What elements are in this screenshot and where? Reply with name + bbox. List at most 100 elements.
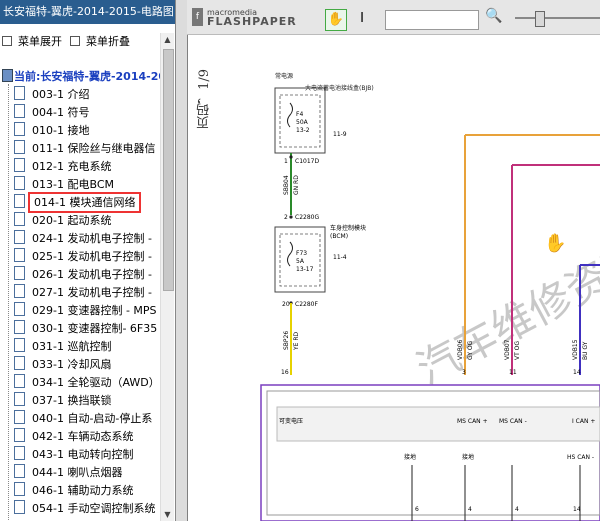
tree-item-label: 046-1 辅助动力系统 <box>32 484 134 497</box>
tree-root[interactable]: 当前:长安福特-翼虎-2014-201 <box>0 68 174 86</box>
tree-item[interactable]: 003-1 介绍 <box>0 86 89 104</box>
tree-item-label: 040-1 自动-启动-停止系 <box>32 412 153 425</box>
tree-item[interactable]: 044-1 喇叭点烟器 <box>0 464 122 482</box>
search-icon[interactable]: 🔍 <box>485 8 502 24</box>
bus-label-bugy: BU GY <box>582 341 589 360</box>
tree-item[interactable]: 037-1 换挡联锁 <box>0 392 111 410</box>
fuse2-name: F73 <box>296 250 307 257</box>
pin-16: 16 <box>281 369 289 376</box>
tree-item-label: 030-1 变速器控制- 6F35 <box>32 322 158 335</box>
flashpaper-viewer: f macromedia FLASHPAPER ✋ I 🔍 页码，1/9 汽车维修… <box>187 0 600 521</box>
hand-icon: ✋ <box>327 12 345 27</box>
document-icon <box>14 176 25 190</box>
connector-c2280f: C2280F <box>295 301 318 308</box>
module-ground2: 接地 <box>462 453 474 461</box>
document-icon <box>14 230 25 244</box>
tree-item[interactable]: 026-1 发动机电子控制 - <box>0 266 152 284</box>
search-input[interactable] <box>385 10 479 30</box>
tree-item[interactable]: 029-1 变速器控制 - MPS <box>0 302 157 320</box>
window-title: 长安福特-翼虎-2014-2015-电路图 <box>3 5 174 18</box>
scroll-down-arrow-icon[interactable]: ▼ <box>161 508 174 521</box>
module-ican-plus: I CAN + <box>572 418 595 425</box>
tree-item-label: 013-1 配电BCM <box>32 178 114 191</box>
bus-label-vtog: VT OG <box>514 341 521 360</box>
tree-item[interactable]: 011-1 保险丝与继电器信 <box>0 140 155 158</box>
pin-1: 1 <box>284 158 288 165</box>
tree-item-label: 012-1 充电系统 <box>32 160 112 173</box>
zoom-slider[interactable] <box>515 11 600 27</box>
document-icon <box>14 464 25 478</box>
document-icon <box>14 86 25 100</box>
document-icon <box>14 356 25 370</box>
text-select-tool-button[interactable]: I <box>352 9 372 29</box>
tree-item[interactable]: 014-1 模块通信网络 <box>0 192 142 213</box>
document-icon <box>14 392 25 406</box>
tree-item[interactable]: 027-1 发动机电子控制 - <box>0 284 152 302</box>
scroll-up-arrow-icon[interactable]: ▲ <box>161 33 174 46</box>
tree-item[interactable]: 054-1 手动空调控制系统 <box>0 500 155 518</box>
expand-icon <box>2 36 12 46</box>
document-icon <box>14 194 25 208</box>
bcm-subtitle: (BCM) <box>330 233 348 240</box>
tree-item-label: 044-1 喇叭点烟器 <box>32 466 123 479</box>
hand-cursor-icon: ✋ <box>544 233 567 254</box>
collapse-menu-button[interactable]: 菜单折叠 <box>70 33 130 51</box>
connector-c2280g: C2280G <box>295 214 319 221</box>
connector-c1017d: C1017D <box>295 158 319 165</box>
scroll-thumb[interactable] <box>163 49 174 291</box>
fuse2-ref: 11-4 <box>333 254 347 261</box>
tree-item-label: 025-1 发动机电子控制 - <box>32 250 152 263</box>
tree-item[interactable]: 013-1 配电BCM <box>0 176 114 194</box>
tree-item[interactable]: 043-1 电动转向控制 <box>0 446 133 464</box>
tree-item[interactable]: 010-1 接地 <box>0 122 89 140</box>
tree-item[interactable]: 034-1 全轮驱动（AWD） <box>0 374 160 392</box>
document-icon <box>14 266 25 280</box>
pin-bottom-6: 6 <box>415 506 419 513</box>
tree-scrollbar[interactable]: ▲ ▼ <box>160 33 174 521</box>
pin-bottom-14: 14 <box>573 506 581 513</box>
zoom-slider-knob[interactable] <box>535 11 545 27</box>
module-hscan: HS CAN - <box>567 454 594 461</box>
hand-tool-button[interactable]: ✋ <box>325 9 347 31</box>
bus-label-vdb06: VDB06 <box>457 339 464 360</box>
tree-item[interactable]: 025-1 发动机电子控制 - <box>0 248 152 266</box>
tree-item[interactable]: 020-1 起动系统 <box>0 212 111 230</box>
tree-item-label: 011-1 保险丝与继电器信 <box>32 142 156 155</box>
tree-item[interactable]: 033-1 冷却风扇 <box>0 356 111 374</box>
pin-2: 2 <box>284 214 288 221</box>
tree-item[interactable]: 040-1 自动-启动-停止系 <box>0 410 152 428</box>
document-icon <box>14 248 25 262</box>
tree-item-label: 043-1 电动转向控制 <box>32 448 134 461</box>
document-icon <box>14 158 25 172</box>
tree-item-label: 042-1 车辆动态系统 <box>32 430 134 443</box>
pin-3: 3 <box>462 369 466 376</box>
module-power-label: 可变电压 <box>279 417 303 425</box>
tree-item-label: 024-1 发动机电子控制 - <box>32 232 152 245</box>
text-cursor-icon: I <box>360 11 364 26</box>
pin-bottom-4b: 4 <box>515 506 519 513</box>
wire2-color: YE RD <box>293 331 300 351</box>
document-page[interactable]: 页码，1/9 汽车维修资料 常电源 大电流蓄电池接线盒(BJB) F4 50A … <box>187 35 600 521</box>
bus-label-gyog: GY OG <box>467 340 474 360</box>
tree-item-label: 031-1 巡航控制 <box>32 340 112 353</box>
fuse2-pos: 13-17 <box>296 266 314 273</box>
tree-item[interactable]: 012-1 充电系统 <box>0 158 111 176</box>
wire2-code: SBP26 <box>283 331 290 350</box>
flashpaper-toolbar: f macromedia FLASHPAPER ✋ I 🔍 <box>187 0 600 35</box>
tree-item[interactable]: 046-1 辅助动力系统 <box>0 482 133 500</box>
tree-item[interactable]: 031-1 巡航控制 <box>0 338 111 356</box>
tree-item[interactable]: 042-1 车辆动态系统 <box>0 428 133 446</box>
tree-item[interactable]: 030-1 变速器控制- 6F35 <box>0 320 157 338</box>
power-source-label: 常电源 <box>275 72 293 80</box>
tree-item-label: 014-1 模块通信网络 <box>27 192 142 213</box>
document-icon <box>14 284 25 298</box>
bus-label-vdb15: VDB15 <box>572 339 579 360</box>
document-icon <box>14 320 25 334</box>
tree-item[interactable]: 024-1 发动机电子控制 - <box>0 230 152 248</box>
expand-menu-button[interactable]: 菜单展开 <box>2 33 62 51</box>
window-title-bar: 长安福特-翼虎-2014-2015-电路图 <box>0 0 180 24</box>
flashpaper-logo-icon: f <box>192 8 203 26</box>
tree-item[interactable]: 004-1 符号 <box>0 104 89 122</box>
fuse1-pos: 13-2 <box>296 127 310 134</box>
module-ground1: 接地 <box>404 453 416 461</box>
